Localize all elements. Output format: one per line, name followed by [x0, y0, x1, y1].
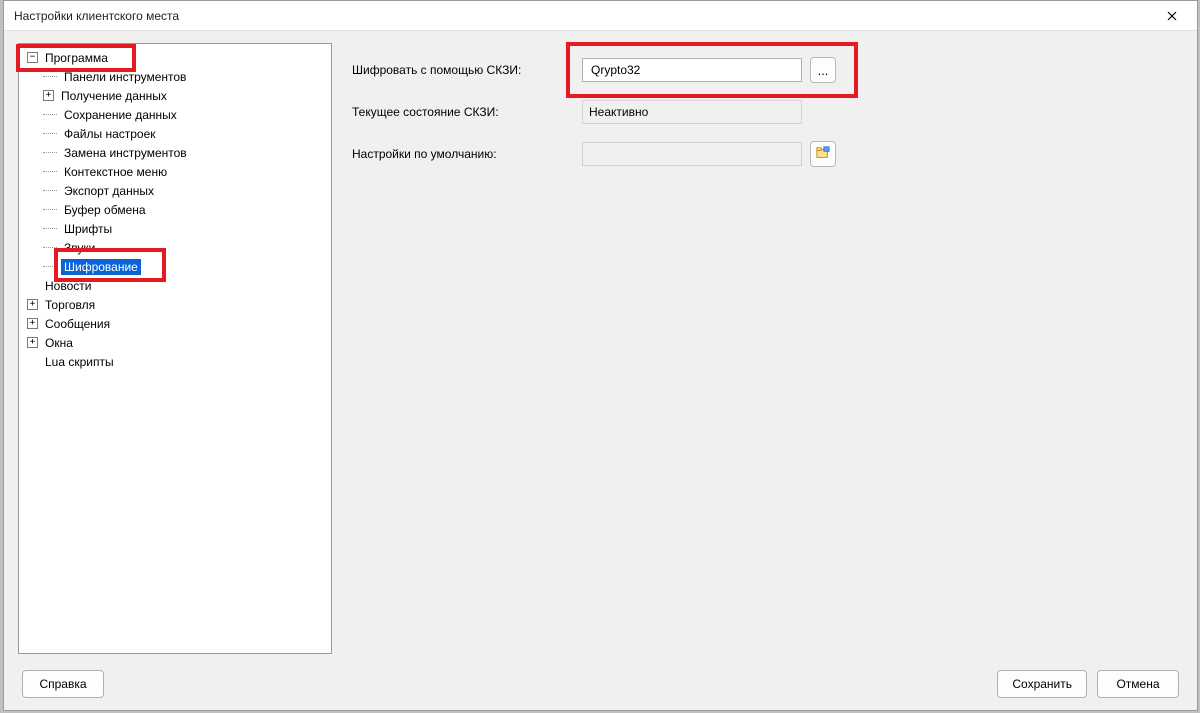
save-button[interactable]: Сохранить — [997, 670, 1087, 698]
cancel-button[interactable]: Отмена — [1097, 670, 1179, 698]
state-value: Неактивно — [582, 100, 802, 124]
defaults-label: Настройки по умолчанию: — [352, 147, 582, 161]
tree-node-instrument-replace[interactable]: Замена инструментов — [21, 143, 329, 162]
defaults-open-button[interactable] — [810, 141, 836, 167]
row-state: Текущее состояние СКЗИ: Неактивно — [352, 99, 1177, 125]
window-title: Настройки клиентского места — [14, 9, 1151, 23]
tree-node-data-receive[interactable]: +Получение данных — [21, 86, 329, 105]
settings-panel: Шифровать с помощью СКЗИ: ... Текущее со… — [346, 43, 1183, 654]
expand-icon[interactable]: + — [27, 337, 38, 348]
help-button[interactable]: Справка — [22, 670, 104, 698]
close-button[interactable] — [1151, 2, 1193, 30]
dialog-footer: Справка Сохранить Отмена — [4, 658, 1197, 710]
tree-node-trading[interactable]: +Торговля — [21, 295, 329, 314]
titlebar: Настройки клиентского места — [4, 1, 1197, 31]
ellipsis-icon: ... — [818, 63, 829, 78]
tree-node-context-menu[interactable]: Контекстное меню — [21, 162, 329, 181]
encrypt-with-input[interactable] — [582, 58, 802, 82]
close-icon — [1167, 8, 1177, 24]
tree-node-fonts[interactable]: Шрифты — [21, 219, 329, 238]
row-encrypt-with: Шифровать с помощью СКЗИ: ... — [352, 57, 1177, 83]
expand-icon[interactable]: + — [27, 318, 38, 329]
tree-node-messages[interactable]: +Сообщения — [21, 314, 329, 333]
defaults-value — [582, 142, 802, 166]
expand-icon[interactable]: + — [27, 299, 38, 310]
collapse-icon[interactable]: − — [27, 52, 38, 63]
tree-label: Программа — [42, 50, 111, 66]
tree-node-clipboard[interactable]: Буфер обмена — [21, 200, 329, 219]
folder-open-icon — [816, 146, 830, 163]
tree-node-data-export[interactable]: Экспорт данных — [21, 181, 329, 200]
tree-node-windows[interactable]: +Окна — [21, 333, 329, 352]
tree-node-lua[interactable]: Lua скрипты — [21, 352, 329, 371]
expand-icon[interactable]: + — [43, 90, 54, 101]
tree-node-toolbars[interactable]: Панели инструментов — [21, 67, 329, 86]
tree-panel: − Программа Панели инструментов +Получен… — [18, 43, 332, 654]
settings-dialog: Настройки клиентского места − Программа — [3, 0, 1198, 711]
content-area: − Программа Панели инструментов +Получен… — [4, 31, 1197, 658]
tree-node-settings-files[interactable]: Файлы настроек — [21, 124, 329, 143]
state-label: Текущее состояние СКЗИ: — [352, 105, 582, 119]
tree-node-data-save[interactable]: Сохранение данных — [21, 105, 329, 124]
tree-node-sounds[interactable]: Звуки — [21, 238, 329, 257]
encrypt-with-label: Шифровать с помощью СКЗИ: — [352, 63, 582, 77]
tree-node-news[interactable]: Новости — [21, 276, 329, 295]
settings-tree[interactable]: − Программа Панели инструментов +Получен… — [21, 48, 329, 371]
tree-node-program[interactable]: − Программа — [21, 48, 329, 67]
browse-crypto-button[interactable]: ... — [810, 57, 836, 83]
row-defaults: Настройки по умолчанию: — [352, 141, 1177, 167]
tree-node-encryption[interactable]: Шифрование — [21, 257, 329, 276]
